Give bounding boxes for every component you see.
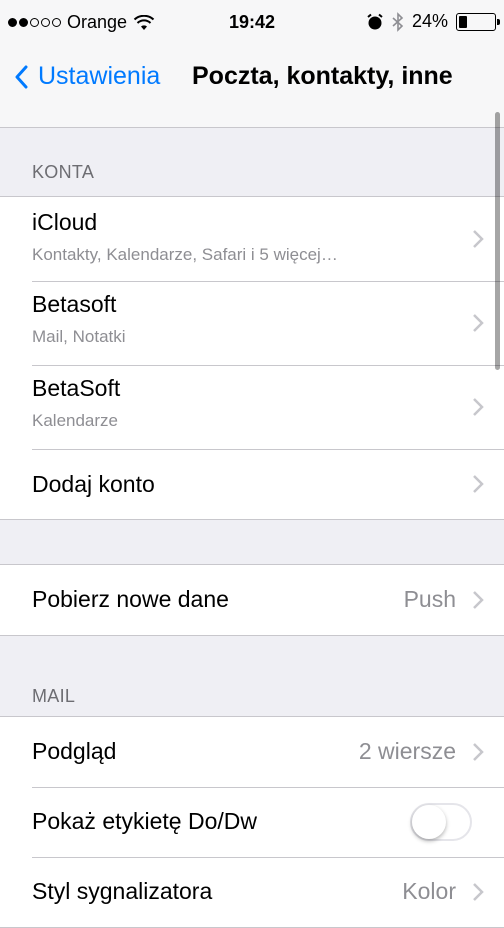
account-subtitle: Kontakty, Kalendarze, Safari i 5 więcej… (32, 245, 338, 264)
preview-label: Podgląd (32, 738, 117, 764)
alarm-icon (367, 13, 383, 29)
status-bar: Orange 19:42 24% (0, 0, 504, 44)
chevron-right-icon (473, 591, 484, 609)
section-header-mail: MAIL (32, 686, 76, 706)
preview-value: 2 wiersze (358, 738, 456, 764)
chevron-right-icon (473, 475, 484, 493)
account-subtitle: Kalendarze (32, 411, 119, 430)
section-header-accounts: KONTA (32, 162, 95, 182)
flag-style-item[interactable]: Styl sygnalizatora Kolor (0, 857, 504, 927)
back-button-label: Ustawienia (38, 62, 161, 90)
status-right: 24% (366, 11, 500, 32)
account-item-betasoft-calendars[interactable]: BetaSoft Kalendarze (0, 365, 504, 449)
accounts-group: iCloud Kontakty, Kalendarze, Safari i 5 … (0, 196, 504, 520)
flag-style-label: Styl sygnalizatora (32, 878, 213, 904)
preview-item[interactable]: Podgląd 2 wiersze (0, 717, 504, 787)
mail-group: Podgląd 2 wiersze Pokaż etykietę Do/Dw S… (0, 716, 504, 928)
chevron-right-icon (473, 398, 484, 416)
chevron-left-icon (15, 65, 28, 88)
account-title: Betasoft (32, 291, 117, 317)
page-title: Poczta, kontakty, inne (192, 62, 453, 90)
fetch-new-data-label: Pobierz nowe dane (32, 586, 229, 612)
fetch-group: Pobierz nowe dane Push (0, 564, 504, 636)
battery-icon (456, 12, 500, 31)
top-bar: Orange 19:42 24% Ustawienia Poczta, kont… (0, 0, 504, 128)
show-to-cc-item: Pokaż etykietę Do/Dw (0, 787, 504, 857)
fetch-new-data-item[interactable]: Pobierz nowe dane Push (0, 565, 504, 635)
navigation-bar: Ustawienia Poczta, kontakty, inne (0, 44, 504, 128)
chevron-right-icon (473, 743, 484, 761)
flag-style-value: Kolor (402, 878, 456, 904)
fetch-new-data-value: Push (403, 586, 456, 612)
account-title: iCloud (32, 209, 98, 235)
add-account-label: Dodaj konto (32, 471, 155, 497)
battery-percentage: 24% (411, 11, 448, 31)
show-to-cc-toggle[interactable] (410, 803, 472, 841)
bluetooth-icon (392, 11, 404, 32)
add-account-item[interactable]: Dodaj konto (0, 449, 504, 519)
account-item-betasoft[interactable]: Betasoft Mail, Notatki (0, 281, 504, 365)
toggle-knob (412, 805, 446, 839)
chevron-right-icon (473, 230, 484, 248)
back-button[interactable]: Ustawienia (14, 62, 160, 91)
account-item-icloud[interactable]: iCloud Kontakty, Kalendarze, Safari i 5 … (0, 197, 504, 281)
chevron-right-icon (473, 883, 484, 901)
scroll-indicator (495, 112, 500, 370)
show-to-cc-label: Pokaż etykietę Do/Dw (32, 808, 257, 834)
chevron-right-icon (473, 314, 484, 332)
account-title: BetaSoft (32, 375, 121, 401)
account-subtitle: Mail, Notatki (32, 327, 126, 346)
